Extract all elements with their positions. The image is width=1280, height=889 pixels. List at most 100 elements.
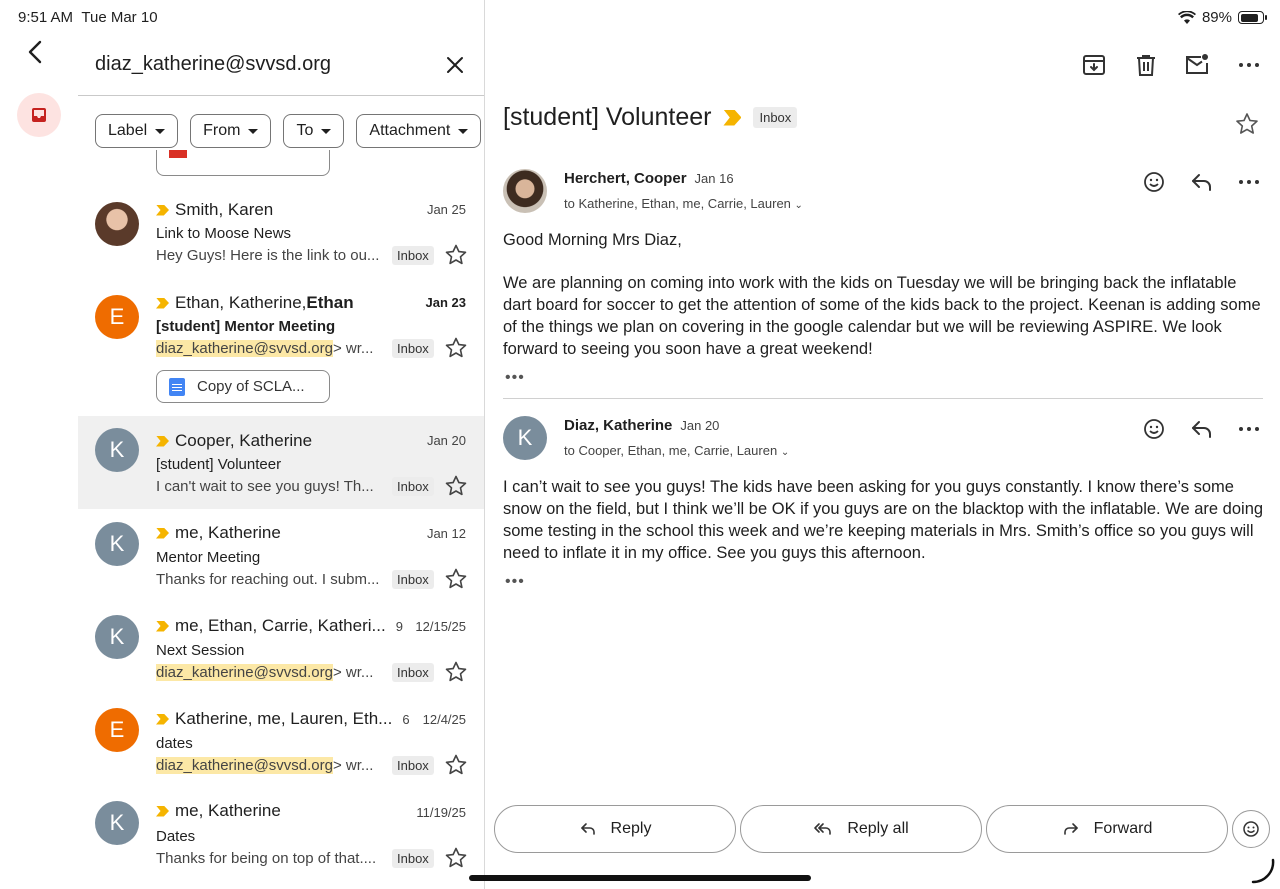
close-icon[interactable] bbox=[442, 52, 468, 78]
more-options-icon[interactable] bbox=[1236, 169, 1262, 195]
message-body: We are planning on coming into work with… bbox=[503, 274, 1261, 358]
thread-title: [student] Volunteer Inbox bbox=[503, 103, 798, 132]
thread-date: Jan 25 bbox=[426, 202, 466, 217]
filter-label-chip[interactable]: Label bbox=[95, 114, 179, 148]
reply-all-button[interactable]: Reply all bbox=[740, 805, 982, 853]
filter-to-chip[interactable]: To bbox=[283, 114, 345, 148]
home-indicator[interactable] bbox=[469, 875, 811, 881]
thread-snippet: I can't wait to see you guys! Th... bbox=[156, 478, 374, 495]
reply-icon[interactable] bbox=[1189, 169, 1215, 195]
message-sender: Diaz, Katherine Jan 20 bbox=[564, 417, 720, 434]
star-icon[interactable] bbox=[444, 336, 468, 360]
important-marker-icon bbox=[156, 527, 169, 539]
thread-row[interactable]: K me, Ethan, Carrie, Katheri... 9 12/15/2… bbox=[78, 602, 484, 695]
chevron-down-icon: ⌄ bbox=[794, 200, 803, 211]
star-icon[interactable] bbox=[444, 753, 468, 777]
thread-subject: [student] Mentor Meeting bbox=[156, 318, 336, 335]
star-icon[interactable] bbox=[444, 567, 468, 591]
clock-time: 9:51 AM bbox=[18, 9, 74, 26]
reply-icon[interactable] bbox=[1189, 416, 1215, 442]
emoji-reaction-icon[interactable] bbox=[1141, 169, 1167, 195]
forward-button[interactable]: Forward bbox=[986, 805, 1228, 853]
inbox-label-badge: Inbox bbox=[392, 756, 434, 775]
chevron-down-icon bbox=[248, 128, 259, 134]
thread-subject: Mentor Meeting bbox=[156, 549, 261, 566]
avatar[interactable] bbox=[503, 169, 547, 213]
thread-sender: me, Katherine bbox=[156, 523, 281, 543]
search-divider bbox=[78, 95, 484, 96]
filter-from-chip[interactable]: From bbox=[190, 114, 272, 148]
chip-label: Attachment bbox=[369, 122, 451, 139]
emoji-reaction-button[interactable] bbox=[1232, 810, 1270, 848]
search-query[interactable]: diaz_katherine@svvsd.org bbox=[95, 53, 331, 76]
nav-inbox-button[interactable] bbox=[17, 93, 61, 137]
wifi-icon bbox=[1177, 10, 1196, 24]
important-marker-icon bbox=[156, 713, 169, 725]
thread-row[interactable]: Smith, Karen Jan 25 Link to Moose News H… bbox=[78, 185, 484, 278]
message-body: I can’t wait to see you guys! The kids h… bbox=[503, 478, 1264, 562]
thread-row[interactable]: K me, Katherine 11/19/25 Dates Thanks fo… bbox=[78, 788, 484, 881]
trash-icon[interactable] bbox=[1133, 52, 1159, 78]
star-icon[interactable] bbox=[444, 660, 468, 684]
avatar[interactable]: K bbox=[503, 416, 547, 460]
chevron-down-icon bbox=[458, 128, 469, 134]
attachment-chip-partial[interactable] bbox=[156, 150, 330, 176]
more-options-icon[interactable] bbox=[1236, 52, 1262, 78]
inbox-label-badge: Inbox bbox=[392, 849, 434, 868]
important-marker-icon[interactable] bbox=[723, 109, 742, 126]
attachment-chip[interactable]: Copy of SCLA... bbox=[156, 370, 330, 403]
filter-attachment-chip[interactable]: Attachment bbox=[356, 114, 482, 148]
attachment-name: Copy of SCLA... bbox=[197, 378, 305, 395]
mark-unread-icon[interactable] bbox=[1184, 52, 1210, 78]
star-icon[interactable] bbox=[444, 474, 468, 498]
message-recipients[interactable]: to Katherine, Ethan, me, Carrie, Lauren … bbox=[564, 196, 803, 211]
more-options-icon[interactable] bbox=[1236, 416, 1262, 442]
thread-snippet: Hey Guys! Here is the link to ou... bbox=[156, 247, 380, 264]
message-date: Jan 16 bbox=[694, 171, 734, 186]
thread-date: 12/15/25 bbox=[415, 619, 466, 634]
status-indicators: 89% bbox=[1177, 9, 1267, 26]
thread-subject: dates bbox=[156, 735, 193, 752]
important-marker-icon bbox=[156, 805, 169, 817]
thread-row-selected[interactable]: K Cooper, Katherine Jan 20 [student] Vol… bbox=[78, 416, 484, 509]
inbox-label-badge[interactable]: Inbox bbox=[753, 107, 798, 128]
chip-label: From bbox=[203, 122, 241, 139]
show-trimmed-content[interactable]: ••• bbox=[505, 369, 525, 387]
chip-label: Label bbox=[108, 122, 148, 139]
reply-icon bbox=[580, 823, 595, 835]
emoji-icon bbox=[1243, 821, 1259, 837]
thread-subject: [student] Volunteer bbox=[156, 456, 282, 473]
forward-icon bbox=[1063, 823, 1078, 835]
filter-chips: Label From To Attachment bbox=[95, 114, 482, 148]
star-icon[interactable] bbox=[444, 243, 468, 267]
search-highlight: diaz_katherine@svvsd.org bbox=[156, 340, 333, 357]
show-trimmed-content[interactable]: ••• bbox=[505, 573, 525, 591]
thread-sender: Katherine, me, Lauren, Eth... 6 bbox=[156, 709, 410, 729]
message-recipients[interactable]: to Cooper, Ethan, me, Carrie, Lauren ⌄ bbox=[564, 443, 789, 458]
chevron-down-icon bbox=[155, 128, 166, 134]
thread-sender: Ethan, Katherine, Ethan bbox=[156, 293, 354, 313]
emoji-reaction-icon[interactable] bbox=[1141, 416, 1167, 442]
reply-all-label: Reply all bbox=[847, 820, 909, 837]
thread-sender: Cooper, Katherine bbox=[156, 431, 312, 451]
thread-row[interactable]: E Katherine, me, Lauren, Eth... 6 12/4/25… bbox=[78, 695, 484, 788]
thread-subject: Next Session bbox=[156, 642, 245, 659]
inbox-label-badge: Inbox bbox=[392, 339, 434, 358]
google-doc-icon bbox=[169, 377, 185, 396]
avatar bbox=[95, 202, 139, 246]
chevron-down-icon bbox=[321, 128, 332, 134]
thread-date: 11/19/25 bbox=[416, 805, 466, 820]
thread-snippet: diaz_katherine@svvsd.org> wr... bbox=[156, 340, 374, 357]
reply-label: Reply bbox=[610, 820, 652, 837]
archive-icon[interactable] bbox=[1081, 52, 1107, 78]
back-arrow-icon[interactable] bbox=[22, 38, 50, 66]
star-icon[interactable] bbox=[444, 846, 468, 870]
thread-row[interactable]: K me, Katherine Jan 12 Mentor Meeting Th… bbox=[78, 509, 484, 602]
avatar: K bbox=[95, 801, 139, 845]
battery-icon bbox=[1238, 11, 1267, 24]
star-icon[interactable] bbox=[1234, 111, 1260, 137]
inbox-icon bbox=[32, 108, 46, 122]
message-greeting: Good Morning Mrs Diaz, bbox=[503, 231, 682, 249]
inbox-label-badge: Inbox bbox=[392, 477, 434, 496]
reply-button[interactable]: Reply bbox=[494, 805, 736, 853]
